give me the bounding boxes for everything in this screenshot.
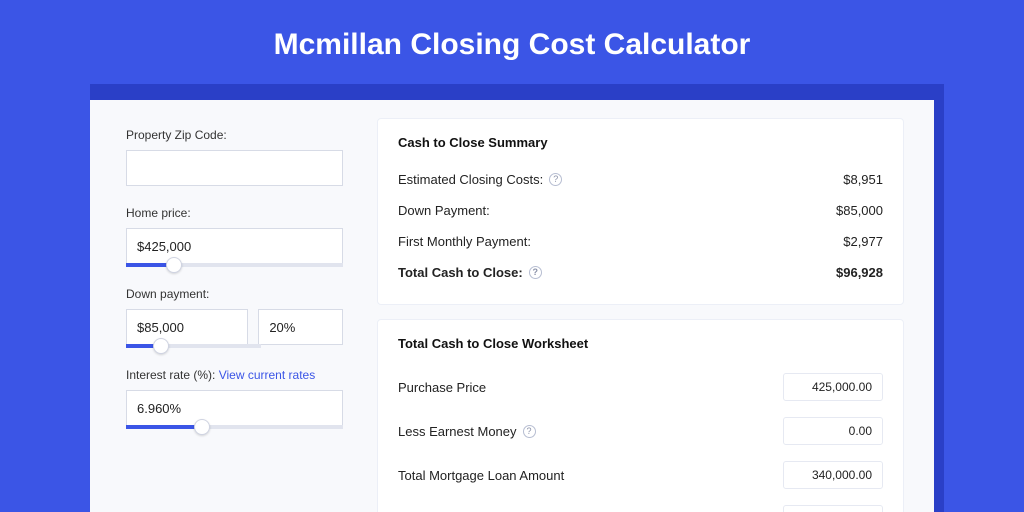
help-icon[interactable]: ? [529, 266, 542, 279]
worksheet-second-value[interactable] [783, 505, 883, 512]
interest-field: Interest rate (%): View current rates [126, 368, 343, 429]
zip-field: Property Zip Code: [126, 128, 343, 186]
summary-dp-label: Down Payment: [398, 203, 490, 218]
down-payment-slider-thumb[interactable] [153, 338, 169, 354]
summary-dp-value: $85,000 [836, 203, 883, 218]
worksheet-purchase-label: Purchase Price [398, 380, 486, 395]
home-price-slider[interactable] [126, 263, 343, 267]
summary-row-fmp: First Monthly Payment: $2,977 [398, 226, 883, 257]
view-rates-link[interactable]: View current rates [219, 368, 316, 382]
worksheet-row-loan: Total Mortgage Loan Amount 340,000.00 [398, 453, 883, 497]
down-payment-label: Down payment: [126, 287, 343, 301]
page-title: Mcmillan Closing Cost Calculator [0, 0, 1024, 84]
interest-input[interactable] [126, 390, 343, 426]
home-price-field: Home price: [126, 206, 343, 267]
summary-est-value: $8,951 [843, 172, 883, 187]
worksheet-loan-value[interactable]: 340,000.00 [783, 461, 883, 489]
interest-label-row: Interest rate (%): View current rates [126, 368, 343, 382]
summary-card: Cash to Close Summary Estimated Closing … [377, 118, 904, 305]
down-payment-percent-input[interactable] [258, 309, 343, 345]
zip-input[interactable] [126, 150, 343, 186]
down-payment-amount-input[interactable] [126, 309, 248, 345]
summary-fmp-label: First Monthly Payment: [398, 234, 531, 249]
worksheet-title: Total Cash to Close Worksheet [398, 336, 883, 351]
worksheet-row-second: Total Second Mortgage Amount ? [398, 497, 883, 512]
down-payment-field: Down payment: [126, 287, 343, 348]
blue-band [90, 84, 934, 100]
interest-slider[interactable] [126, 425, 343, 429]
summary-fmp-value: $2,977 [843, 234, 883, 249]
app-shell: Property Zip Code: Home price: Down paym… [90, 100, 934, 512]
interest-slider-fill [126, 425, 202, 429]
worksheet-purchase-value[interactable]: 425,000.00 [783, 373, 883, 401]
worksheet-row-purchase: Purchase Price 425,000.00 [398, 365, 883, 409]
interest-slider-thumb[interactable] [194, 419, 210, 435]
summary-title: Cash to Close Summary [398, 135, 883, 150]
worksheet-purchase-value-text: 425,000.00 [812, 380, 872, 394]
summary-row-est: Estimated Closing Costs: ? $8,951 [398, 164, 883, 195]
home-price-slider-thumb[interactable] [166, 257, 182, 273]
worksheet-earnest-value[interactable]: 0.00 [783, 417, 883, 445]
summary-total-label: Total Cash to Close: [398, 265, 523, 280]
worksheet-loan-label: Total Mortgage Loan Amount [398, 468, 564, 483]
help-icon[interactable]: ? [523, 425, 536, 438]
help-icon[interactable]: ? [549, 173, 562, 186]
down-payment-slider[interactable] [126, 344, 261, 348]
zip-label: Property Zip Code: [126, 128, 343, 142]
summary-row-dp: Down Payment: $85,000 [398, 195, 883, 226]
home-price-input[interactable] [126, 228, 343, 264]
left-panel: Property Zip Code: Home price: Down paym… [90, 100, 365, 512]
worksheet-card: Total Cash to Close Worksheet Purchase P… [377, 319, 904, 512]
app-shell-wrap: Property Zip Code: Home price: Down paym… [0, 84, 1024, 512]
summary-row-total: Total Cash to Close: ? $96,928 [398, 257, 883, 288]
summary-est-label: Estimated Closing Costs: [398, 172, 543, 187]
worksheet-loan-value-text: 340,000.00 [812, 468, 872, 482]
worksheet-row-earnest: Less Earnest Money ? 0.00 [398, 409, 883, 453]
home-price-label: Home price: [126, 206, 343, 220]
interest-label: Interest rate (%): [126, 368, 215, 382]
right-panel: Cash to Close Summary Estimated Closing … [365, 100, 934, 512]
summary-total-value: $96,928 [836, 265, 883, 280]
worksheet-earnest-label: Less Earnest Money [398, 424, 517, 439]
worksheet-earnest-value-text: 0.00 [849, 424, 872, 438]
